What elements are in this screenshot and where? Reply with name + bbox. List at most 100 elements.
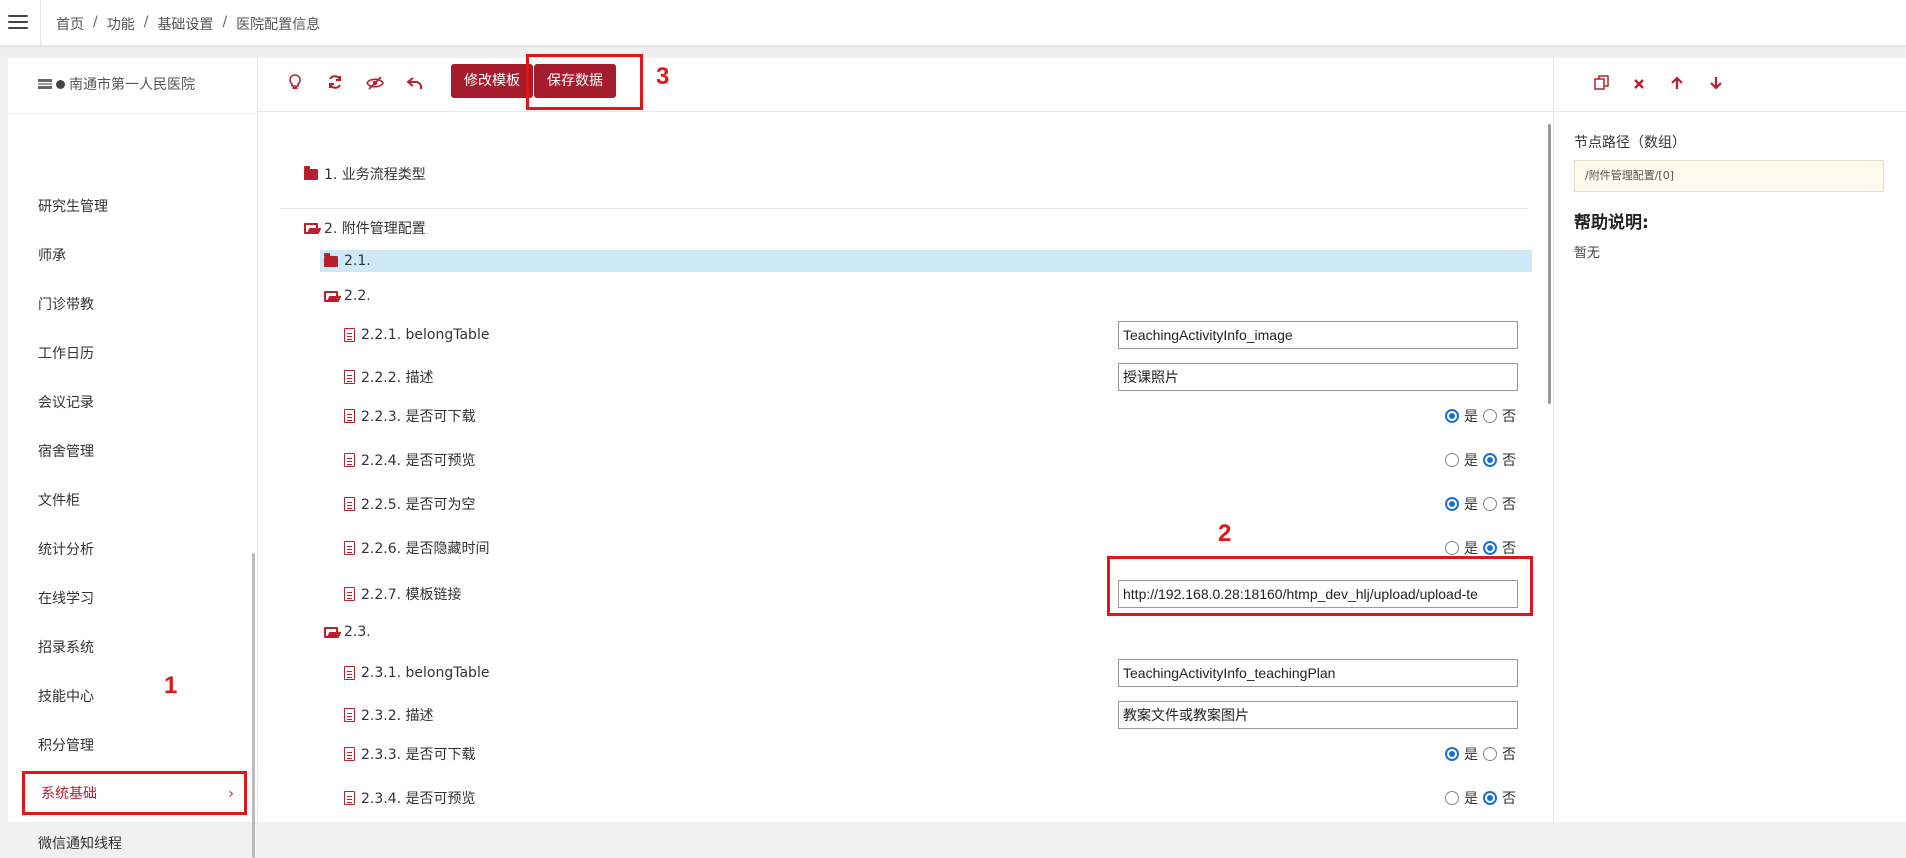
radio-no-label: 否: [1502, 541, 1516, 557]
sidebar-item-outpatient-teaching[interactable]: 门诊带教: [38, 293, 94, 317]
copy-icon[interactable]: [1588, 72, 1614, 98]
sidebar-scrollbar[interactable]: [252, 553, 255, 858]
field-label: 2.2.6. 是否隐藏时间: [361, 541, 490, 557]
field-label: 2.2.5. 是否可为空: [361, 497, 476, 513]
delete-icon[interactable]: [1626, 72, 1652, 98]
file-icon: [344, 328, 355, 342]
breadcrumb-separator: /: [143, 14, 149, 30]
radio-yes[interactable]: [1445, 541, 1459, 555]
tree-node[interactable]: 2.3.: [258, 618, 1538, 646]
sidebar-item-wechat-notify[interactable]: 微信通知线程: [38, 832, 122, 856]
menu-toggle-icon[interactable]: [8, 13, 28, 31]
save-data-button[interactable]: 保存数据: [534, 64, 616, 98]
radio-yes[interactable]: [1445, 747, 1459, 761]
edit-template-button[interactable]: 修改模板: [451, 64, 533, 98]
radio-group: 是 否: [1445, 788, 1516, 808]
folder-icon: [304, 166, 318, 180]
radio-no[interactable]: [1483, 453, 1497, 467]
hospital-label: 南通市第一人民医院: [69, 77, 195, 93]
radio-no[interactable]: [1483, 791, 1497, 805]
tree-node[interactable]: 2.2.: [258, 282, 1538, 310]
tree-leaf: 2.2.1. belongTable TeachingActivityInfo_…: [258, 321, 1538, 349]
radio-yes[interactable]: [1445, 453, 1459, 467]
folder-open-icon: [324, 627, 338, 638]
node-path-field: /附件管理配置/[0]: [1574, 160, 1884, 192]
tree-leaf: 2.2.4. 是否可预览 是 否: [258, 446, 1538, 474]
eye-slash-icon[interactable]: [362, 72, 388, 98]
sidebar-item-label: 系统基础: [41, 786, 97, 802]
sidebar-item-file-cabinet[interactable]: 文件柜: [38, 489, 80, 513]
radio-group: 是 否: [1445, 538, 1516, 558]
sidebar: 南通市第一人民医院 研究生管理 师承 门诊带教 工作日历 会议记录 宿舍管理 文…: [8, 58, 258, 858]
template-link-input[interactable]: http://192.168.0.28:18160/htmp_dev_hlj/u…: [1118, 580, 1518, 608]
field-label: 2.2.4. 是否可预览: [361, 453, 476, 469]
radio-no[interactable]: [1483, 541, 1497, 555]
radio-yes[interactable]: [1445, 791, 1459, 805]
tree-leaf: 2.2.7. 模板链接 http://192.168.0.28:18160/ht…: [258, 580, 1538, 608]
file-icon: [344, 587, 355, 601]
description-input[interactable]: 教案文件或教案图片: [1118, 701, 1518, 729]
right-toolbar: [1554, 58, 1906, 112]
breadcrumb-function[interactable]: 功能: [107, 14, 135, 34]
sidebar-item-graduate[interactable]: 研究生管理: [38, 195, 108, 219]
radio-group: 是 否: [1445, 406, 1516, 426]
radio-yes[interactable]: [1445, 409, 1459, 423]
field-label: 2.2.2. 描述: [361, 370, 434, 386]
field-label: 2.3.3. 是否可下载: [361, 747, 476, 763]
tree-node-selected[interactable]: 2.1.: [320, 250, 1532, 272]
radio-yes-label: 是: [1464, 409, 1478, 425]
sidebar-item-work-calendar[interactable]: 工作日历: [38, 342, 94, 366]
undo-icon[interactable]: [402, 72, 428, 98]
breadcrumb-current: 医院配置信息: [236, 17, 321, 33]
field-label: 2.2.1. belongTable: [361, 327, 490, 343]
tree-node[interactable]: 2. 附件管理配置: [258, 214, 1538, 242]
annotation-2: 2: [1218, 520, 1232, 547]
refresh-icon[interactable]: [322, 72, 348, 98]
sidebar-item-system-basics[interactable]: 系统基础 ›: [22, 771, 247, 815]
sidebar-item-points[interactable]: 积分管理: [38, 734, 94, 758]
radio-no[interactable]: [1483, 747, 1497, 761]
file-icon: [344, 666, 355, 680]
radio-yes-label: 是: [1464, 791, 1478, 807]
tree-node-label: 2.2.: [344, 288, 371, 304]
file-icon: [344, 409, 355, 423]
main-panel: 修改模板 保存数据 3 1. 业务流程类型 2. 附件管理配置 2.1. 2.2…: [258, 54, 1554, 822]
main-toolbar: 修改模板 保存数据 3: [258, 54, 1554, 112]
belong-table-input[interactable]: TeachingActivityInfo_teachingPlan: [1118, 659, 1518, 687]
bulb-icon[interactable]: [282, 72, 308, 98]
file-icon: [344, 541, 355, 555]
sidebar-item-meeting-records[interactable]: 会议记录: [38, 391, 94, 415]
arrow-down-icon[interactable]: [1703, 72, 1729, 98]
sidebar-item-skills-center[interactable]: 技能中心: [38, 685, 94, 709]
radio-group: 是 否: [1445, 494, 1516, 514]
field-label: 2.2.3. 是否可下载: [361, 409, 476, 425]
radio-yes[interactable]: [1445, 497, 1459, 511]
tree-leaf: 2.3.1. belongTable TeachingActivityInfo_…: [258, 659, 1538, 687]
field-label: 2.3.4. 是否可预览: [361, 791, 476, 807]
radio-no-label: 否: [1502, 497, 1516, 513]
sidebar-item-mentorship[interactable]: 师承: [38, 244, 66, 268]
sidebar-item-dormitory[interactable]: 宿舍管理: [38, 440, 94, 464]
radio-no[interactable]: [1483, 497, 1497, 511]
radio-group: 是 否: [1445, 450, 1516, 470]
breadcrumb-home[interactable]: 首页: [56, 14, 84, 34]
belong-table-input[interactable]: TeachingActivityInfo_image: [1118, 321, 1518, 349]
tree-scrollbar[interactable]: [1548, 124, 1551, 404]
sidebar-item-online-learning[interactable]: 在线学习: [38, 587, 94, 611]
annotation-1: 1: [164, 672, 178, 699]
tree-node[interactable]: 1. 业务流程类型: [258, 160, 1538, 188]
field-label: 2.3.1. belongTable: [361, 665, 490, 681]
arrow-up-icon[interactable]: [1664, 72, 1690, 98]
right-panel: 节点路径（数组） /附件管理配置/[0] 帮助说明: 暂无: [1554, 58, 1906, 822]
sidebar-item-recruitment[interactable]: 招录系统: [38, 636, 94, 660]
radio-yes-label: 是: [1464, 453, 1478, 469]
radio-no[interactable]: [1483, 409, 1497, 423]
annotation-3: 3: [656, 63, 670, 90]
radio-yes-label: 是: [1464, 747, 1478, 763]
sidebar-item-statistics[interactable]: 统计分析: [38, 538, 94, 562]
radio-no-label: 否: [1502, 791, 1516, 807]
breadcrumb-basic-settings[interactable]: 基础设置: [157, 14, 213, 34]
description-input[interactable]: 授课照片: [1118, 363, 1518, 391]
file-icon: [344, 453, 355, 467]
tree-leaf: 2.2.5. 是否可为空 是 否: [258, 490, 1538, 518]
